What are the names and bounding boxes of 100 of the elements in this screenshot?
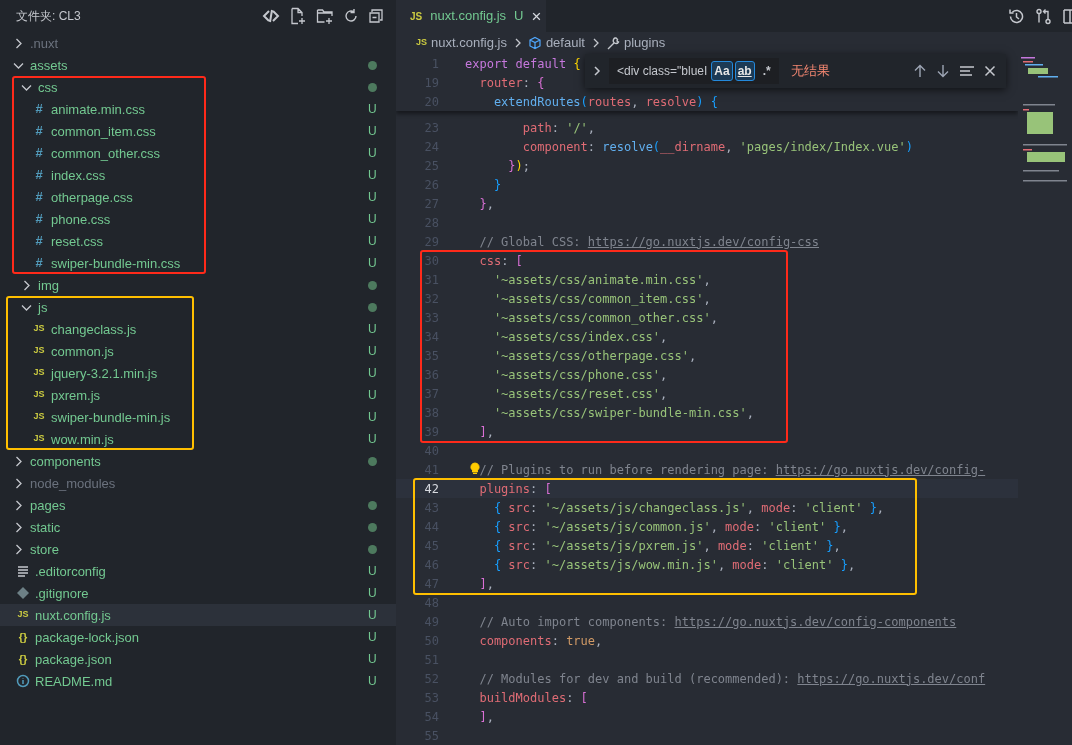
code-line: }, bbox=[479, 195, 494, 213]
code-line: // Plugins to run before rendering page: https://go.nuxtjs.dev/config- bbox=[479, 461, 986, 479]
js-file-icon: JS bbox=[32, 322, 46, 336]
hash-icon: # bbox=[32, 187, 46, 207]
code-line: component: resolve(__dirname, 'pages/index/Index.vue') bbox=[522, 138, 913, 156]
hash-icon: # bbox=[32, 231, 46, 251]
file-row[interactable]: JS common.js U bbox=[0, 340, 396, 362]
folder-row[interactable]: pages bbox=[0, 494, 396, 516]
code-line: { src: '~/assets/js/common.js', mode: 'client' }, bbox=[493, 518, 848, 536]
toggle-button[interactable]: ab bbox=[734, 61, 755, 81]
folder-row[interactable]: js bbox=[0, 296, 396, 318]
code-line: components: true, bbox=[479, 632, 603, 650]
file-row[interactable]: JS pxrem.js U bbox=[0, 384, 396, 406]
file-row[interactable]: {} package.json U bbox=[0, 648, 396, 670]
breadcrumb-item[interactable]: plugins bbox=[605, 33, 666, 53]
collapse-all-icon[interactable] bbox=[368, 8, 384, 24]
file-row[interactable]: # animate.min.css U bbox=[0, 98, 396, 120]
explorer-title: 文件夹: CL3 bbox=[16, 8, 81, 25]
code-line: extendRoutes(routes, resolve) { bbox=[493, 93, 718, 111]
file-row[interactable]: README.md U bbox=[0, 670, 396, 692]
js-file-icon: JS bbox=[32, 432, 46, 446]
file-row[interactable]: # common_other.css U bbox=[0, 142, 396, 164]
file-row[interactable]: .gitignore U bbox=[0, 582, 396, 604]
code-line: // Global CSS: https://go.nuxtjs.dev/config-css bbox=[479, 233, 819, 251]
compare-changes-icon[interactable] bbox=[1035, 7, 1052, 25]
js-file-icon: JS bbox=[410, 8, 423, 24]
code-line: }); bbox=[508, 157, 531, 175]
folder-row[interactable]: components bbox=[0, 450, 396, 472]
file-row[interactable]: # reset.css U bbox=[0, 230, 396, 252]
file-row[interactable]: {} package-lock.json U bbox=[0, 626, 396, 648]
code-line: '~assets/css/phone.css', bbox=[493, 366, 668, 384]
find-in-selection-icon[interactable] bbox=[959, 65, 975, 77]
file-row[interactable]: # phone.css U bbox=[0, 208, 396, 230]
braces-icon: {} bbox=[16, 628, 30, 646]
history-icon[interactable] bbox=[1008, 7, 1025, 25]
file-row[interactable]: JS changeclass.js U bbox=[0, 318, 396, 340]
code-line: css: [ bbox=[479, 252, 523, 270]
code-line: { src: '~/assets/js/changeclass.js', mode: 'client' }, bbox=[493, 499, 885, 517]
close-tab-button[interactable]: × bbox=[531, 7, 542, 25]
close-icon[interactable] bbox=[984, 65, 996, 77]
file-row[interactable]: # index.css U bbox=[0, 164, 396, 186]
arrow-down-icon[interactable] bbox=[936, 64, 950, 78]
lines-icon bbox=[16, 564, 30, 578]
file-row[interactable]: JS swiper-bundle-min.js U bbox=[0, 406, 396, 428]
js-file-icon: JS bbox=[416, 36, 427, 50]
code-line: } bbox=[493, 176, 502, 194]
folder-row[interactable]: assets bbox=[0, 54, 396, 76]
toggle-button[interactable]: .* bbox=[756, 61, 777, 81]
code-line: buildModules: [ bbox=[479, 689, 588, 707]
code-line: export default { bbox=[465, 55, 581, 73]
split-editor-icon[interactable] bbox=[1062, 7, 1072, 25]
file-row[interactable]: # otherpage.css U bbox=[0, 186, 396, 208]
toggle-button[interactable]: Aa bbox=[711, 61, 733, 81]
js-file-icon: JS bbox=[32, 344, 46, 358]
file-row[interactable]: .editorconfig U bbox=[0, 560, 396, 582]
folder-row[interactable]: css bbox=[0, 76, 396, 98]
arrow-up-icon[interactable] bbox=[913, 64, 927, 78]
diamond-icon bbox=[16, 586, 30, 600]
find-result: 无结果 bbox=[790, 62, 830, 81]
hash-icon: # bbox=[32, 121, 46, 141]
braces-icon: {} bbox=[16, 650, 30, 668]
js-file-icon: JS bbox=[32, 388, 46, 402]
editor-tab[interactable]: JS nuxt.config.js U × bbox=[396, 0, 546, 32]
js-file-icon: JS bbox=[32, 410, 46, 424]
file-row[interactable]: # swiper-bundle-min.css U bbox=[0, 252, 396, 274]
breadcrumb-item[interactable]: JS nuxt.config.js bbox=[416, 33, 507, 53]
js-file-icon: JS bbox=[16, 608, 30, 622]
new-file-icon[interactable] bbox=[289, 7, 307, 25]
folder-row[interactable]: static bbox=[0, 516, 396, 538]
hash-icon: # bbox=[32, 143, 46, 163]
code-line: '~assets/css/common_item.css', bbox=[493, 290, 711, 308]
wrench-icon bbox=[605, 36, 620, 50]
file-row[interactable]: JS jquery-3.2.1.min.js U bbox=[0, 362, 396, 384]
code-line: plugins: [ bbox=[479, 480, 552, 498]
line-number: 42 bbox=[423, 480, 439, 498]
lightbulb-icon[interactable] bbox=[469, 462, 481, 475]
find-query: <div class="blueI bbox=[617, 63, 708, 80]
file-row[interactable]: JS nuxt.config.js U bbox=[0, 604, 396, 626]
breadcrumb-item[interactable]: default bbox=[527, 33, 585, 53]
file-row[interactable]: # common_item.css U bbox=[0, 120, 396, 142]
refresh-icon[interactable] bbox=[343, 8, 359, 24]
hash-icon: # bbox=[32, 209, 46, 229]
file-row[interactable]: JS wow.min.js U bbox=[0, 428, 396, 450]
folder-row[interactable]: store bbox=[0, 538, 396, 560]
info-icon bbox=[16, 674, 30, 688]
hash-icon: # bbox=[32, 253, 46, 273]
code-line: '~assets/css/otherpage.css', bbox=[493, 347, 697, 365]
code-line: router: { bbox=[479, 74, 545, 92]
find-input-field[interactable]: <div class="blueI Aa ab .* bbox=[609, 58, 779, 84]
new-folder-icon[interactable] bbox=[316, 7, 334, 25]
hash-icon: # bbox=[32, 99, 46, 119]
js-file-icon: JS bbox=[32, 366, 46, 380]
cube-icon bbox=[527, 36, 542, 50]
code-line: '~assets/css/swiper-bundle-min.css', bbox=[493, 404, 754, 422]
code-line: ], bbox=[479, 423, 494, 441]
folder-row[interactable]: img bbox=[0, 274, 396, 296]
code-line: { src: '~/assets/js/pxrem.js', mode: 'client' }, bbox=[493, 537, 841, 555]
chevron-right-icon[interactable] bbox=[591, 64, 603, 78]
code-line: path: '/', bbox=[522, 119, 596, 137]
code-line: '~assets/css/common_other.css', bbox=[493, 309, 718, 327]
